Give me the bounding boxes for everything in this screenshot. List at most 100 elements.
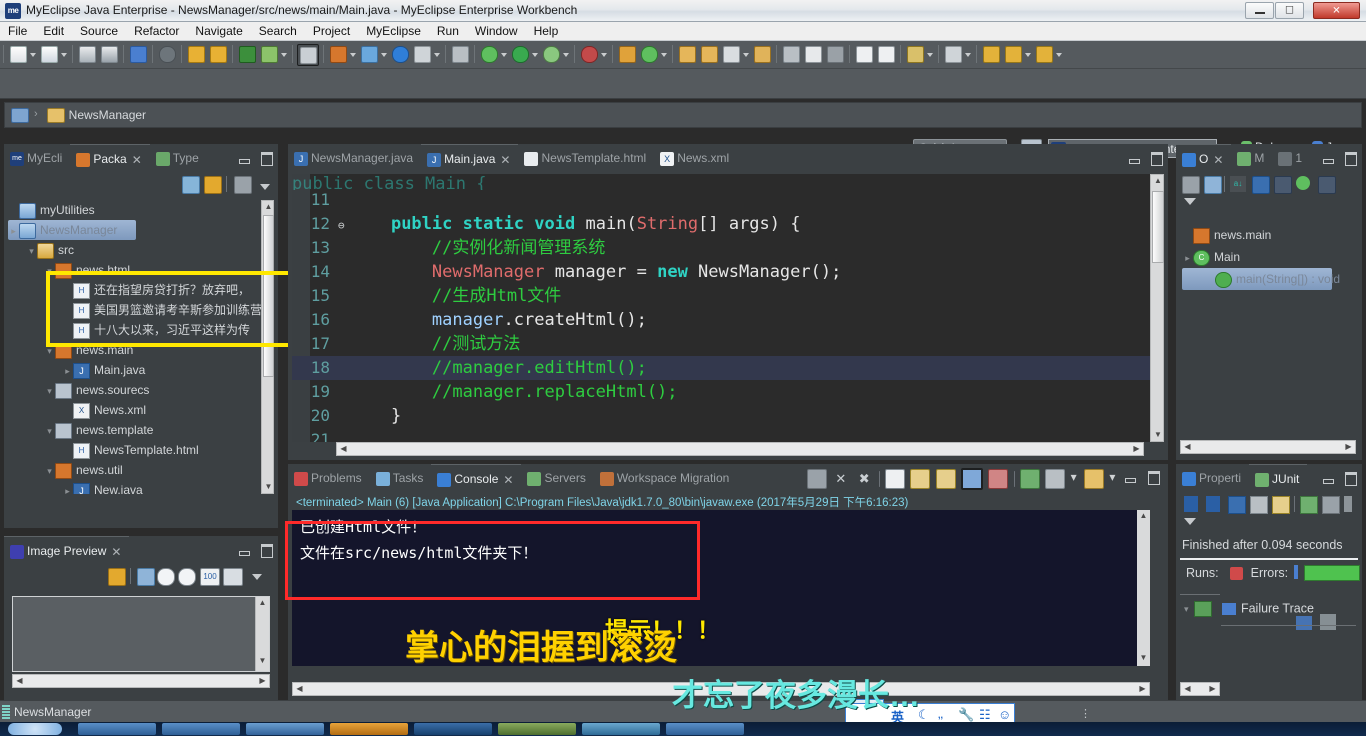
expander-icon[interactable]: ▸ (8, 221, 19, 241)
tree-item[interactable]: ▾ src (8, 240, 264, 260)
scroll-down-icon[interactable]: ▼ (256, 655, 269, 667)
junit-hscrollbar[interactable]: ◀ ▶ (1180, 682, 1220, 696)
scroll-left-icon[interactable]: ◀ (337, 443, 350, 455)
taskbar-item[interactable] (414, 723, 492, 735)
myeclipse-icon[interactable] (479, 44, 499, 64)
menu-item-run[interactable]: Run (429, 22, 467, 41)
scroll-left-icon[interactable]: ◀ (1181, 441, 1194, 453)
close-icon[interactable]: ✕ (503, 466, 513, 494)
tree-item[interactable]: H 美国男篮邀请考辛斯参加训练营 (8, 300, 264, 320)
remove-launch-icon[interactable]: ✕ (832, 470, 850, 488)
fit-image-icon[interactable] (223, 568, 243, 586)
rerun-failed-icon[interactable] (1300, 496, 1318, 514)
copy-stack-trace-icon[interactable] (1320, 614, 1336, 630)
tree-item[interactable]: ▸ NewsManager (8, 220, 136, 240)
image-preview-hscrollbar[interactable]: ◀ ▶ (12, 674, 270, 688)
deploy-icon[interactable] (450, 44, 470, 64)
db-browser-dropdown[interactable] (600, 44, 609, 64)
taskbar-item[interactable] (330, 723, 408, 735)
expander-icon[interactable]: ▾ (26, 241, 37, 261)
breadcrumb-item-newsmanager[interactable]: NewsManager (41, 103, 148, 124)
menu-item-edit[interactable]: Edit (35, 22, 72, 41)
pencil-dropdown[interactable] (742, 44, 751, 64)
close-icon[interactable]: ✕ (111, 538, 121, 566)
scroll-right-icon[interactable]: ▶ (256, 675, 269, 687)
taskbar-item[interactable] (162, 723, 240, 735)
new-java-project-dropdown[interactable] (60, 44, 69, 64)
tree-item[interactable]: ▸ J Main.java (8, 360, 264, 380)
myeclipse-dropdown[interactable] (500, 44, 509, 64)
scroll-down-icon[interactable]: ▼ (262, 481, 275, 493)
save-icon[interactable] (77, 44, 97, 64)
minimize-icon[interactable] (1321, 151, 1336, 165)
breadcrumb-root-icon[interactable] (5, 103, 31, 124)
close-icon[interactable]: ✕ (1213, 146, 1223, 174)
code-line[interactable]: 13 //实例化新闻管理系统 (292, 236, 1150, 260)
image-preview-canvas[interactable]: ▲ ▼ (12, 596, 270, 672)
folder-icon[interactable] (699, 44, 719, 64)
junit-failure-trace[interactable]: ▾ Failure Trace (1184, 601, 1314, 617)
marker-icon[interactable] (825, 44, 845, 64)
taskbar-start-button[interactable] (8, 723, 62, 735)
tree-item[interactable]: myUtilities (8, 200, 264, 220)
view-menu-icon[interactable] (252, 574, 262, 580)
tab-newstemplate-html[interactable]: NewsTemplate.html (518, 144, 654, 172)
search-dropdown[interactable] (433, 44, 442, 64)
pinyin-icon[interactable]: ,, (938, 710, 943, 720)
minimize-icon[interactable] (237, 543, 252, 557)
run-dropdown[interactable] (280, 44, 289, 64)
tab-junit[interactable]: JUnit (1249, 464, 1308, 493)
open-folder-icon[interactable] (677, 44, 697, 64)
tree-item[interactable]: H NewsTemplate.html (8, 440, 264, 460)
console-dropdown-icon[interactable]: ▾ (1071, 470, 1079, 488)
collapse-all-icon[interactable] (1182, 176, 1200, 194)
console-view-icon[interactable] (1045, 469, 1066, 489)
menu-item-help[interactable]: Help (526, 22, 567, 41)
expander-icon[interactable]: ▸ (62, 361, 73, 381)
view-menu-icon[interactable] (1184, 518, 1196, 525)
edit-icon[interactable] (752, 44, 772, 64)
close-icon[interactable]: ✕ (132, 146, 142, 174)
tab-type-hierarchy[interactable]: Type (150, 144, 207, 172)
tree-item[interactable]: ▸ C Main (1182, 246, 1356, 268)
refresh-dropdown[interactable] (660, 44, 669, 64)
minimize-icon[interactable] (1123, 470, 1141, 488)
code-line[interactable]: 12 ⊖ public static void main(String[] arg… (292, 212, 1150, 236)
menu-item-myeclipse[interactable]: MyEclipse (358, 22, 429, 41)
code-line[interactable]: 14 NewsManager manager = new NewsManager… (292, 260, 1150, 284)
tree-item[interactable]: ▾ news.template (8, 420, 264, 440)
previous-edit-dropdown[interactable] (964, 44, 973, 64)
code-line[interactable]: 15 //生成Html文件 (292, 284, 1150, 308)
menu-item-refactor[interactable]: Refactor (126, 22, 187, 41)
taskbar-item[interactable] (666, 723, 744, 735)
hide-non-public-icon[interactable] (1274, 176, 1292, 194)
taskbar-item[interactable] (498, 723, 576, 735)
tab-task-list[interactable]: 1 (1272, 144, 1310, 172)
menu-item-project[interactable]: Project (305, 22, 358, 41)
actual-size-icon[interactable]: 100 (200, 568, 220, 586)
fold-marker-icon[interactable]: ⊖ (338, 214, 350, 238)
minimize-icon[interactable] (1321, 471, 1336, 485)
tab-workspace-migration[interactable]: Workspace Migration (594, 464, 738, 492)
expander-icon[interactable]: ▸ (62, 481, 73, 494)
expander-icon[interactable]: ▸ (1182, 247, 1193, 269)
editor-vscrollbar[interactable]: ▲ ▼ (1150, 174, 1164, 442)
scroll-right-icon[interactable]: ▶ (1206, 683, 1219, 695)
scroll-up-icon[interactable]: ▲ (256, 597, 269, 609)
scroll-right-icon[interactable]: ▶ (1130, 443, 1143, 455)
code-line[interactable]: 16 manager.createHtml(); (292, 308, 1150, 332)
scroll-right-icon[interactable]: ▶ (1136, 683, 1149, 695)
tree-item[interactable]: ▸ J New.java (8, 480, 264, 494)
collapse-all-icon[interactable] (182, 176, 200, 194)
scroll-lock-icon[interactable] (935, 469, 956, 489)
next-annotation-icon[interactable] (905, 44, 925, 64)
new-wizard-dropdown[interactable] (29, 44, 38, 64)
show-failures-only-icon[interactable] (1228, 496, 1246, 514)
tree-item[interactable]: ▾ news.sourecs (8, 380, 264, 400)
package-explorer-vscrollbar[interactable]: ▲ ▼ (261, 200, 274, 494)
new-class-dropdown[interactable] (349, 44, 358, 64)
code-editor[interactable]: public class Main { 11 12 ⊖ public static … (292, 174, 1150, 442)
lock-icon[interactable] (1272, 496, 1290, 514)
tab-package-explorer[interactable]: Packa ✕ (70, 144, 150, 174)
tab-markers[interactable]: M (1231, 144, 1272, 172)
